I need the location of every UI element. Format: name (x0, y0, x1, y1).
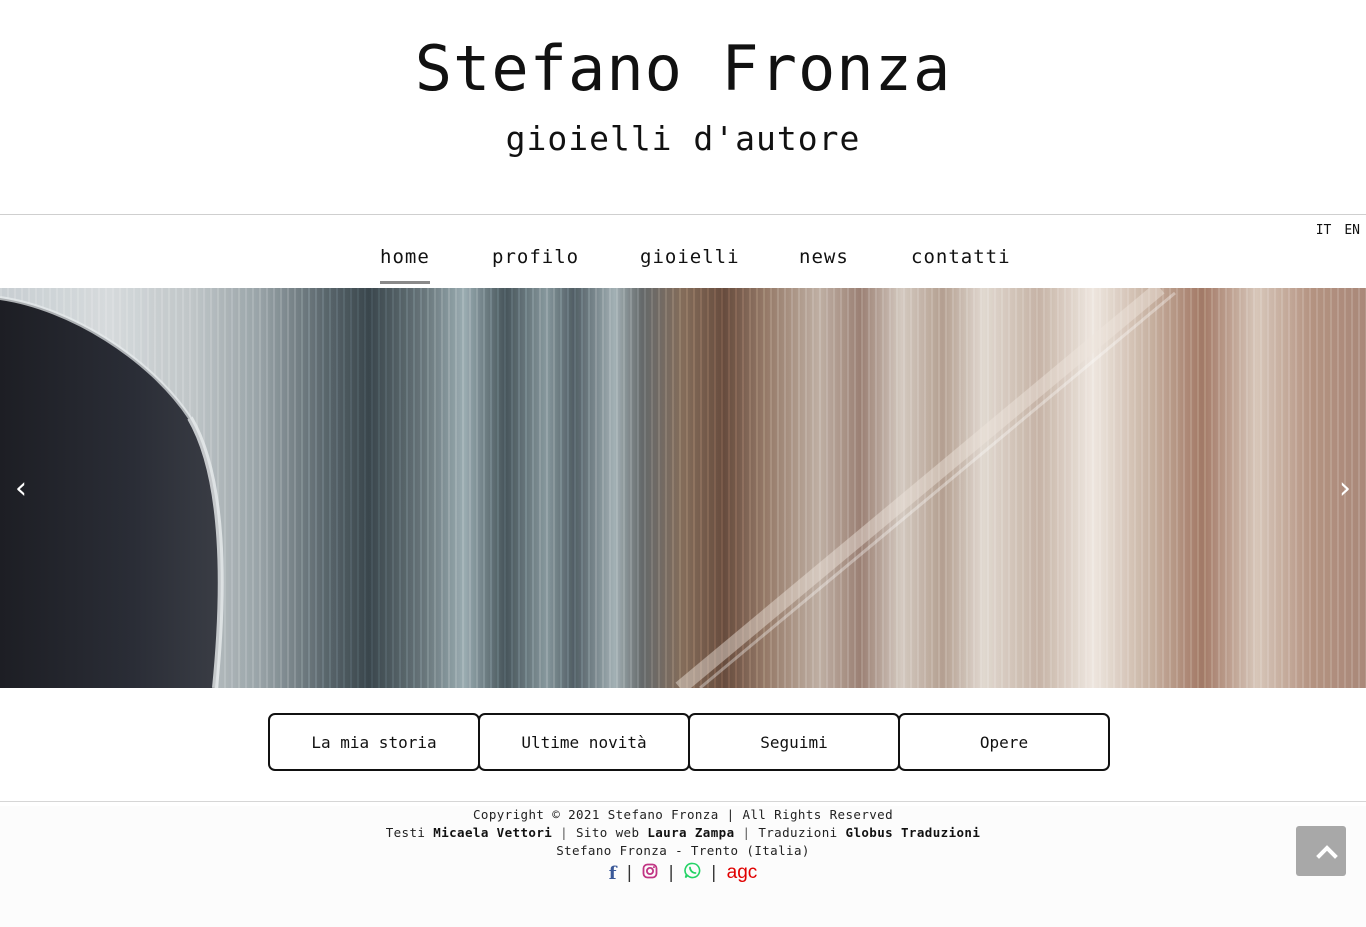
testi-author[interactable]: Micaela Vettori (433, 825, 552, 840)
traduzioni-label: Traduzioni (758, 825, 838, 840)
sito-author[interactable]: Laura Zampa (647, 825, 734, 840)
nav-item-home[interactable]: home (380, 246, 430, 284)
header-divider (0, 214, 1366, 215)
slider-prev-button[interactable]: ‹ (6, 468, 36, 508)
chevron-up-icon (1316, 845, 1338, 859)
instagram-icon[interactable] (642, 863, 658, 884)
footer-divider (0, 801, 1366, 802)
social-separator: | (668, 863, 674, 883)
nav-item-news[interactable]: news (799, 246, 849, 268)
language-it-link[interactable]: IT (1316, 223, 1332, 238)
social-separator: | (626, 863, 633, 883)
site-title[interactable]: Stefano Fronza (0, 32, 1366, 106)
seguimi-button[interactable]: Seguimi (688, 713, 900, 771)
main-nav: home profilo gioielli news contatti (0, 240, 1366, 288)
facebook-icon[interactable]: f (609, 863, 617, 884)
whatsapp-icon[interactable] (684, 862, 701, 884)
language-en-link[interactable]: EN (1344, 223, 1360, 238)
storia-button[interactable]: La mia storia (268, 713, 480, 771)
novita-button[interactable]: Ultime novità (478, 713, 690, 771)
traduzioni-author[interactable]: Globus Traduzioni (846, 825, 981, 840)
site-header: Stefano Fronza gioielli d'autore (0, 0, 1366, 214)
site-subtitle: gioielli d'autore (505, 119, 861, 158)
back-to-top-button[interactable] (1296, 826, 1346, 876)
social-links: f | | | agc (0, 862, 1366, 884)
site-footer: Copyright © 2021 Stefano Fronza | All Ri… (0, 806, 1366, 927)
hero-slider: ‹ › (0, 288, 1366, 688)
slider-next-button[interactable]: › (1330, 468, 1360, 508)
quick-links: La mia storia Ultime novità Seguimi Oper… (0, 713, 1366, 771)
nav-item-profilo[interactable]: profilo (492, 246, 579, 268)
address-text: Stefano Fronza - Trento (Italia) (556, 843, 810, 858)
credit-separator: | (742, 825, 751, 840)
nav-item-contatti[interactable]: contatti (911, 246, 1011, 268)
social-separator: | (710, 863, 717, 883)
opere-button[interactable]: Opere (898, 713, 1110, 771)
copyright-text: Copyright © 2021 Stefano Fronza | All Ri… (472, 807, 894, 822)
credit-separator: | (560, 825, 569, 840)
language-switcher: IT EN (1316, 223, 1360, 238)
credits-line: Testi Micaela Vettori | Sito web Laura Z… (0, 824, 1366, 842)
slide-artwork (0, 288, 1176, 688)
agc-link[interactable]: agc (727, 862, 758, 884)
testi-label: Testi (385, 825, 426, 840)
sito-label: Sito web (575, 825, 640, 840)
nav-item-gioielli[interactable]: gioielli (640, 246, 740, 268)
